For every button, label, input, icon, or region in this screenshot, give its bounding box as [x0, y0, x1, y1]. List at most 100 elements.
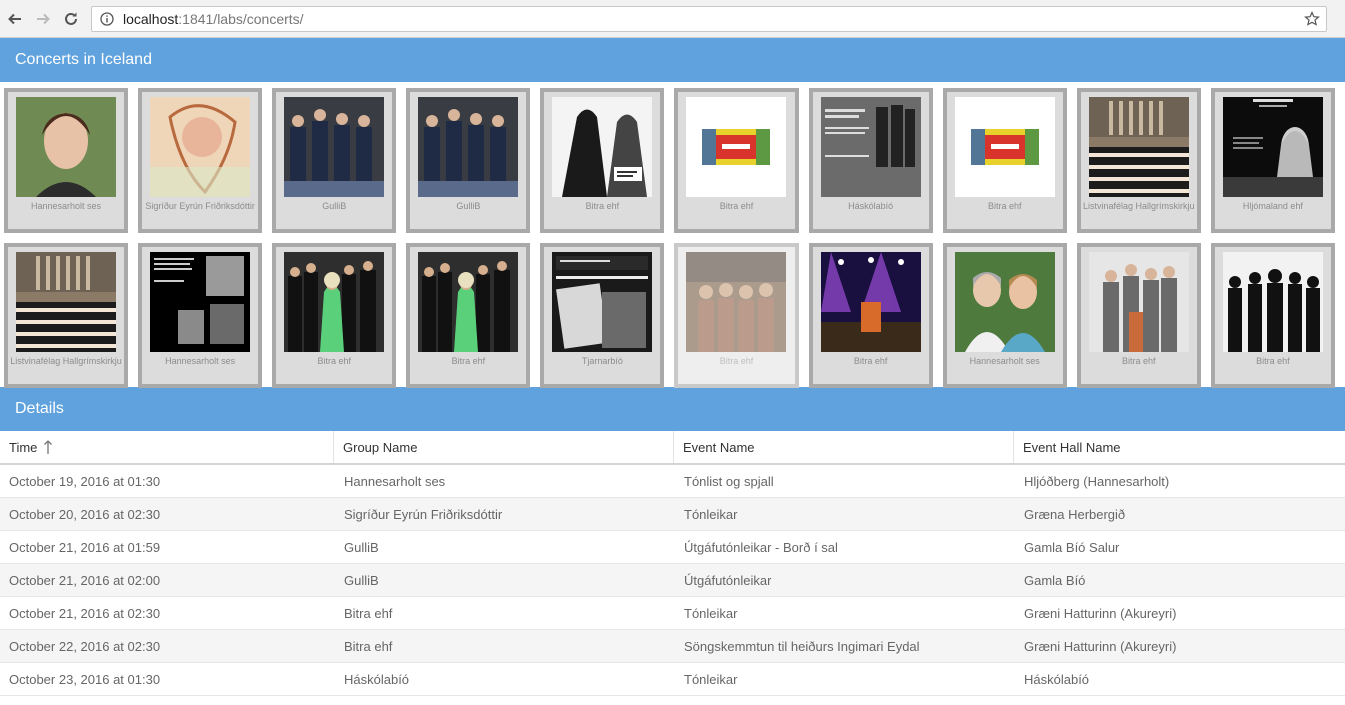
forward-button[interactable] — [30, 6, 56, 32]
event-name-cell: Tónleikar — [684, 605, 738, 621]
event-hall-cell: Gamla Bíó — [1024, 572, 1086, 588]
table-row[interactable]: October 19, 2016 at 01:30 Hannesarholt se… — [0, 465, 1345, 498]
concert-tile[interactable]: GulliB — [272, 88, 397, 233]
group-name-cell: Hannesarholt ses — [344, 473, 446, 489]
column-label: Time — [9, 439, 38, 455]
concert-thumbnail — [150, 252, 251, 352]
concert-tile[interactable]: Hannesarholt ses — [138, 243, 263, 388]
concert-thumbnail — [954, 97, 1055, 197]
concert-thumbnail — [284, 97, 385, 197]
column-label: Group Name — [343, 439, 418, 455]
table-row[interactable]: October 21, 2016 at 02:30 Bitra ehf Tónlei… — [0, 597, 1345, 630]
url-path: :1841/labs/concerts/ — [178, 11, 304, 27]
back-button[interactable] — [2, 6, 28, 32]
concert-thumbnail — [1222, 252, 1323, 352]
concert-caption: Bitra ehf — [987, 201, 1022, 211]
concert-caption: Bitra ehf — [451, 356, 486, 366]
column-header-time[interactable]: Time — [0, 431, 334, 463]
concert-tile[interactable]: Bitra ehf — [272, 243, 397, 388]
event-hall-cell: Gamla Bíó Salur — [1024, 539, 1120, 555]
table-row[interactable]: October 20, 2016 at 02:30 Sigríður Eyrún … — [0, 498, 1345, 531]
time-cell: October 20, 2016 at 02:30 — [9, 506, 161, 522]
concert-tile[interactable]: Bitra ehf — [540, 88, 665, 233]
event-hall-cell: Háskólabíó — [1024, 671, 1090, 687]
concert-tile[interactable]: Bitra ehf — [406, 243, 531, 388]
event-hall-cell: Hljóðberg (Hannesarholt) — [1024, 473, 1170, 489]
column-header-event-hall-name[interactable]: Event Hall Name — [1014, 431, 1345, 463]
concert-thumbnail — [686, 97, 787, 197]
address-bar[interactable]: localhost:1841/labs/concerts/ — [91, 6, 1327, 32]
concert-tile[interactable]: Bitra ehf — [674, 243, 799, 388]
event-name-cell: Útgáfutónleikar — [684, 572, 772, 588]
table-row[interactable]: October 22, 2016 at 02:30 Bitra ehf Söngsk… — [0, 630, 1345, 663]
concert-tile[interactable]: Bitra ehf — [674, 88, 799, 233]
column-label: Event Hall Name — [1023, 439, 1121, 455]
sort-ascending-icon — [44, 440, 53, 454]
event-hall-cell: Græni Hatturinn (Akureyri) — [1024, 605, 1177, 621]
concert-thumbnail — [552, 97, 653, 197]
group-name-cell: GulliB — [344, 572, 379, 588]
bookmark-star-icon[interactable] — [1304, 11, 1320, 27]
details-table: Time Group Name Event Name Event Hall Na… — [0, 431, 1345, 696]
table-row[interactable]: October 21, 2016 at 02:00 GulliB Útgáfutón… — [0, 564, 1345, 597]
concert-tile[interactable]: Listvinafélag Hallgrímskirkju — [4, 243, 129, 388]
gallery-row: Listvinafélag Hallgrímskirkju Hannesarhol… — [4, 243, 1345, 388]
concert-caption: Hljómaland ehf — [1242, 201, 1303, 211]
event-name-cell: Tónleikar — [684, 506, 738, 522]
table-row[interactable]: October 23, 2016 at 01:30 Háskólabíó Tónle… — [0, 663, 1345, 696]
details-header: Details — [0, 387, 1345, 431]
concert-tile[interactable]: Hljómaland ehf — [1210, 88, 1335, 233]
page-title: Concerts in Iceland — [15, 51, 152, 68]
group-name-cell: Bitra ehf — [344, 638, 393, 654]
group-name-cell: GulliB — [344, 539, 379, 555]
url-host: localhost — [123, 11, 179, 27]
concert-thumbnail — [16, 97, 116, 197]
concert-caption: Hannesarholt ses — [165, 356, 236, 366]
column-header-group-name[interactable]: Group Name — [334, 431, 674, 463]
concert-tile[interactable]: Sigríður Eyrún Friðriksdóttir — [138, 88, 263, 233]
concert-tile[interactable]: Hannesarholt ses — [942, 243, 1067, 388]
concert-caption: GulliB — [322, 201, 347, 211]
reload-button[interactable] — [58, 6, 84, 32]
column-label: Event Name — [683, 439, 755, 455]
concert-caption: Tjarnarbíó — [581, 356, 623, 366]
concert-thumbnail — [1088, 252, 1189, 352]
concert-caption: Bitra ehf — [317, 356, 351, 366]
concert-tile[interactable]: Tjarnarbíó — [540, 243, 665, 388]
concert-thumbnail — [820, 252, 921, 352]
info-icon[interactable] — [100, 12, 114, 26]
concert-caption: Bitra ehf — [1256, 356, 1290, 366]
concert-caption: GulliB — [456, 201, 481, 211]
concert-tile[interactable]: Háskólabíó — [808, 88, 933, 233]
concert-thumbnail — [686, 252, 787, 352]
event-name-cell: Útgáfutónleikar - Borð í sal — [684, 539, 838, 555]
column-header-event-name[interactable]: Event Name — [674, 431, 1014, 463]
table-header: Time Group Name Event Name Event Hall Na… — [0, 431, 1345, 465]
concert-thumbnail — [954, 252, 1055, 352]
concert-thumbnail — [284, 252, 385, 352]
concert-caption: Háskólabíó — [848, 201, 894, 211]
concert-thumbnail — [418, 252, 519, 352]
reload-icon — [65, 12, 77, 25]
app-header: Concerts in Iceland — [0, 38, 1345, 82]
concert-thumbnail — [1088, 97, 1189, 197]
group-name-cell: Sigríður Eyrún Friðriksdóttir — [344, 506, 503, 522]
concert-caption: Listvinafélag Hallgrímskirkju — [1083, 201, 1195, 211]
concert-tile[interactable]: Bitra ehf — [808, 243, 933, 388]
arrow-left-icon — [8, 13, 21, 24]
concert-tile[interactable]: GulliB — [406, 88, 531, 233]
concert-tile[interactable]: Bitra ehf — [1076, 243, 1201, 388]
concert-thumbnail — [552, 252, 653, 352]
concert-tile[interactable]: Hannesarholt ses — [4, 88, 129, 233]
event-name-cell: Söngskemmtun til heiðurs Ingimari Eydal — [684, 638, 920, 654]
table-body: October 19, 2016 at 01:30 Hannesarholt se… — [0, 465, 1345, 696]
concert-tile[interactable]: Bitra ehf — [1210, 243, 1335, 388]
concert-thumbnail — [418, 97, 519, 197]
table-row[interactable]: October 21, 2016 at 01:59 GulliB Útgáfutón… — [0, 531, 1345, 564]
concert-caption: Bitra ehf — [719, 201, 754, 211]
gallery-row: Hannesarholt ses Sigríður Eyrún Friðriksd… — [4, 88, 1345, 233]
concert-tile[interactable]: Bitra ehf — [942, 88, 1067, 233]
concert-tile[interactable]: Listvinafélag Hallgrímskirkju — [1076, 88, 1201, 233]
event-name-cell: Tónleikar — [684, 671, 738, 687]
event-hall-cell: Græna Herbergið — [1024, 506, 1126, 522]
